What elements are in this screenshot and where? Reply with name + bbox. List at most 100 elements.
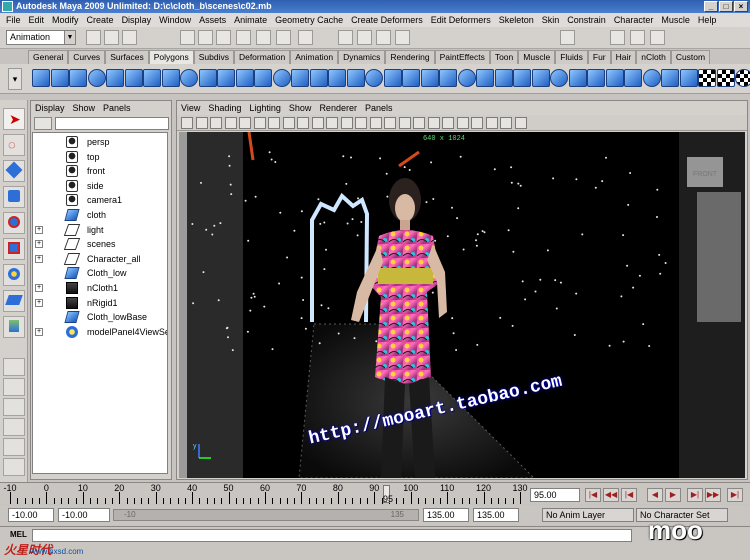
viewport-menu-shading[interactable]: Shading [208, 101, 241, 115]
chevron-down-icon[interactable]: ▼ [64, 31, 75, 44]
smooth-shade-icon[interactable] [384, 117, 396, 129]
ipr-render-icon[interactable] [376, 30, 391, 45]
menu-character[interactable]: Character [614, 15, 654, 25]
move-tool-icon[interactable] [3, 186, 25, 208]
poly-pyramid-icon[interactable] [161, 69, 180, 87]
film-gate-icon[interactable] [282, 117, 295, 129]
outliner-item[interactable]: + Character_all [33, 252, 167, 266]
outliner-filter-icon[interactable] [34, 117, 52, 130]
xray-joints-icon[interactable] [471, 117, 483, 129]
snap-point-icon[interactable] [276, 30, 291, 45]
snap-curve-icon[interactable] [256, 30, 271, 45]
paint-select-tool-icon[interactable] [3, 160, 25, 182]
outliner-item[interactable]: front [33, 164, 167, 178]
shelf-tab-subdivs[interactable]: Subdivs [193, 50, 234, 64]
play-backwards-icon[interactable]: ◀ [647, 488, 663, 502]
poly-cone-icon[interactable] [87, 69, 106, 87]
shelf-tab-polygons[interactable]: Polygons [148, 50, 194, 64]
shelf-tab-ncloth[interactable]: nCloth [636, 50, 671, 64]
grease-pencil-icon[interactable] [253, 117, 266, 129]
use-all-lights-icon[interactable] [427, 117, 440, 129]
poly-prism-icon[interactable] [143, 69, 161, 87]
bridge-icon[interactable] [531, 69, 550, 87]
wireframe-on-shaded-icon[interactable] [398, 117, 411, 129]
snap-plane-icon[interactable] [298, 30, 313, 45]
menu-muscle[interactable]: Muscle [661, 15, 690, 25]
outliner-item[interactable]: + light [33, 223, 167, 237]
viewport-menu-show[interactable]: Show [289, 101, 312, 115]
menu-display[interactable]: Display [122, 15, 152, 25]
poly-cylinder-icon[interactable] [69, 69, 87, 87]
field-chart-icon[interactable] [326, 117, 338, 129]
input-line-icon[interactable] [560, 30, 575, 45]
shelf-tab-rendering[interactable]: Rendering [385, 50, 435, 64]
wireframe-icon[interactable] [369, 117, 382, 129]
spherical-mapping-icon[interactable] [661, 69, 679, 87]
select-tool-icon[interactable]: ➤ [3, 108, 25, 130]
expand-icon[interactable]: + [35, 298, 43, 307]
range-bar[interactable]: -10 135 [113, 509, 419, 521]
hud-icon[interactable] [514, 117, 527, 129]
menu-window[interactable]: Window [159, 15, 191, 25]
viewport-menu-lighting[interactable]: Lighting [249, 101, 281, 115]
high-quality-icon[interactable] [500, 117, 512, 129]
time-slider-ticks[interactable]: -10 0 10 20 30 40 50 60 70 80 90 100 110 120 130 [3, 483, 528, 505]
command-language-label[interactable]: MEL [10, 530, 27, 539]
shelf-tab-toon[interactable]: Toon [489, 50, 519, 64]
cylindrical-mapping-icon[interactable] [642, 69, 661, 87]
separate-icon[interactable] [272, 69, 291, 87]
history-icon[interactable] [338, 30, 353, 45]
anim-layer-dropdown[interactable]: No Anim Layer [542, 508, 634, 522]
two-d-pan-icon[interactable] [239, 117, 251, 129]
xray-icon[interactable] [456, 117, 469, 129]
outliner-item[interactable]: Cloth_lowBase [33, 310, 167, 324]
shelf-tab-fluids[interactable]: Fluids [555, 50, 588, 64]
sculpt-icon[interactable] [735, 69, 750, 87]
boolean-difference-icon[interactable] [346, 69, 365, 87]
outliner-menu-display[interactable]: Display [35, 101, 65, 115]
camera-attributes-icon[interactable] [195, 117, 208, 129]
shelf-tab-surfaces[interactable]: Surfaces [105, 50, 149, 64]
poly-torus-icon[interactable] [124, 69, 143, 87]
uv-editor-icon[interactable] [698, 69, 716, 87]
shelf-tab-muscle[interactable]: Muscle [518, 50, 556, 64]
combine-icon[interactable] [254, 69, 272, 87]
menu-geometry-cache[interactable]: Geometry Cache [275, 15, 343, 25]
shelf-tab-curves[interactable]: Curves [68, 50, 106, 64]
attribute-editor-icon[interactable] [630, 30, 645, 45]
menu-edit[interactable]: Edit [29, 15, 45, 25]
viewport-menu-panels[interactable]: Panels [365, 101, 393, 115]
bookmark-icon[interactable] [210, 117, 222, 129]
shelf-tab-painteffects[interactable]: PaintEffects [434, 50, 490, 64]
outliner-item[interactable]: + nRigid1 [33, 296, 167, 310]
viewport-3d[interactable]: FRONT 640 x 1024 y http://mooart.taobao.… [179, 132, 745, 478]
safe-title-icon[interactable] [355, 117, 367, 129]
outliner-item[interactable]: camera1 [33, 193, 167, 207]
image-plane-icon[interactable] [224, 117, 237, 129]
expand-icon[interactable]: + [35, 254, 43, 263]
triangulate-icon[interactable] [420, 69, 439, 87]
poly-pipe-icon[interactable] [180, 69, 198, 87]
shelf-tab-fur[interactable]: Fur [587, 50, 611, 64]
poly-soccer-ball-icon[interactable] [217, 69, 235, 87]
poly-helix-icon[interactable] [198, 69, 217, 87]
scale-tool-icon[interactable] [3, 238, 25, 260]
step-forward-key-icon[interactable]: ▶| [687, 488, 703, 502]
time-slider[interactable]: -10 0 10 20 30 40 50 60 70 80 90 100 110 120 130 95 95… [0, 482, 750, 504]
end-time-field[interactable]: 135.00 [473, 508, 519, 522]
outliner-item[interactable]: top [33, 150, 167, 164]
go-to-start-icon[interactable]: |◀ [585, 488, 601, 502]
render-settings-icon[interactable] [395, 30, 410, 45]
save-scene-icon[interactable] [122, 30, 137, 45]
new-scene-icon[interactable] [86, 30, 101, 45]
step-back-key-icon[interactable]: |◀ [621, 488, 637, 502]
shelf-menu-icon[interactable]: ▾ [8, 68, 22, 90]
menu-animate[interactable]: Animate [234, 15, 267, 25]
poly-plane-icon[interactable] [106, 69, 124, 87]
channel-box-icon[interactable] [610, 30, 625, 45]
expand-icon[interactable]: + [35, 225, 43, 234]
shelf-tab-animation[interactable]: Animation [290, 50, 339, 64]
gate-mask-icon[interactable] [311, 117, 324, 129]
poly-platonic-icon[interactable] [235, 69, 254, 87]
merge-icon[interactable] [568, 69, 587, 87]
